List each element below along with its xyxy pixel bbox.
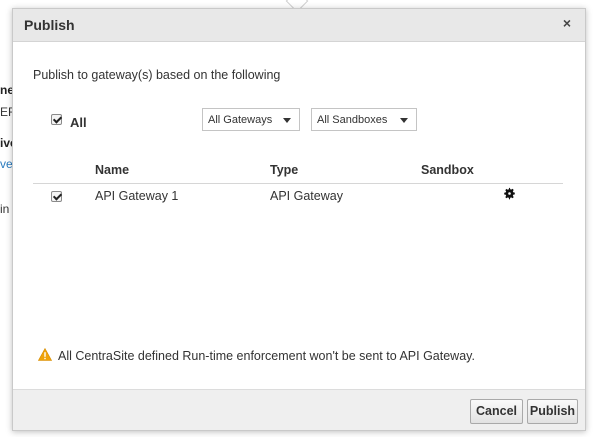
gear-icon[interactable] bbox=[503, 187, 516, 200]
publish-button[interactable]: Publish bbox=[527, 399, 578, 424]
dialog-title: Publish bbox=[24, 17, 75, 33]
table-header-divider bbox=[33, 183, 563, 184]
dialog-title-bar: Publish × bbox=[13, 9, 585, 42]
sandbox-filter-value: All Sandboxes bbox=[317, 114, 388, 126]
column-header-name: Name bbox=[95, 163, 130, 177]
chevron-down-icon bbox=[283, 118, 291, 123]
chevron-down-icon bbox=[400, 118, 408, 123]
column-header-type: Type bbox=[270, 163, 299, 177]
gateway-filter-select[interactable]: All Gateways bbox=[202, 108, 300, 131]
column-header-sandbox: Sandbox bbox=[421, 163, 474, 177]
row-name: API Gateway 1 bbox=[95, 189, 179, 203]
close-icon[interactable]: × bbox=[563, 15, 571, 31]
row-checkbox[interactable] bbox=[51, 191, 62, 202]
warning-text: All CentraSite defined Run-time enforcem… bbox=[58, 349, 475, 363]
all-checkbox[interactable] bbox=[51, 114, 62, 125]
cancel-button[interactable]: Cancel bbox=[470, 399, 523, 424]
background-text-fragment: in bbox=[0, 202, 10, 216]
row-type: API Gateway bbox=[270, 189, 343, 203]
warning-icon bbox=[38, 348, 52, 361]
dialog-intro-text: Publish to gateway(s) based on the follo… bbox=[33, 68, 281, 82]
gateway-filter-value: All Gateways bbox=[208, 114, 273, 126]
publish-dialog: Publish × Publish to gateway(s) based on… bbox=[12, 8, 586, 431]
all-label: All bbox=[70, 115, 87, 130]
dialog-footer: Cancel Publish bbox=[13, 389, 585, 430]
sandbox-filter-select[interactable]: All Sandboxes bbox=[311, 108, 417, 131]
